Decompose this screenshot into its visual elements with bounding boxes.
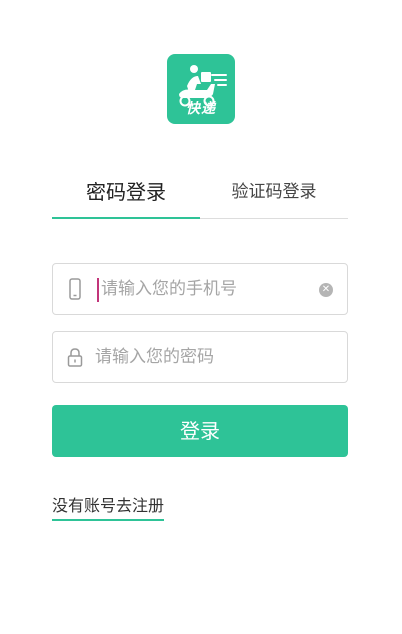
logo-text: 快递 — [186, 101, 216, 117]
tab-password-login[interactable]: 密码登录 — [52, 168, 200, 218]
clear-icon[interactable]: ✕ — [319, 283, 333, 297]
login-button[interactable]: 登录 — [52, 405, 348, 457]
tab-code-login[interactable]: 验证码登录 — [200, 168, 348, 218]
phone-input[interactable] — [101, 272, 321, 306]
register-link[interactable]: 没有账号去注册 — [52, 492, 165, 521]
phone-icon — [69, 278, 81, 300]
lock-icon — [67, 348, 83, 367]
active-tab-indicator — [52, 217, 200, 219]
password-field — [52, 331, 348, 383]
text-cursor — [97, 278, 99, 302]
login-tabs: 密码登录 验证码登录 — [52, 168, 348, 219]
app-logo: 快递 — [167, 54, 235, 124]
password-input[interactable] — [95, 340, 315, 374]
phone-field: ✕ — [52, 263, 348, 315]
